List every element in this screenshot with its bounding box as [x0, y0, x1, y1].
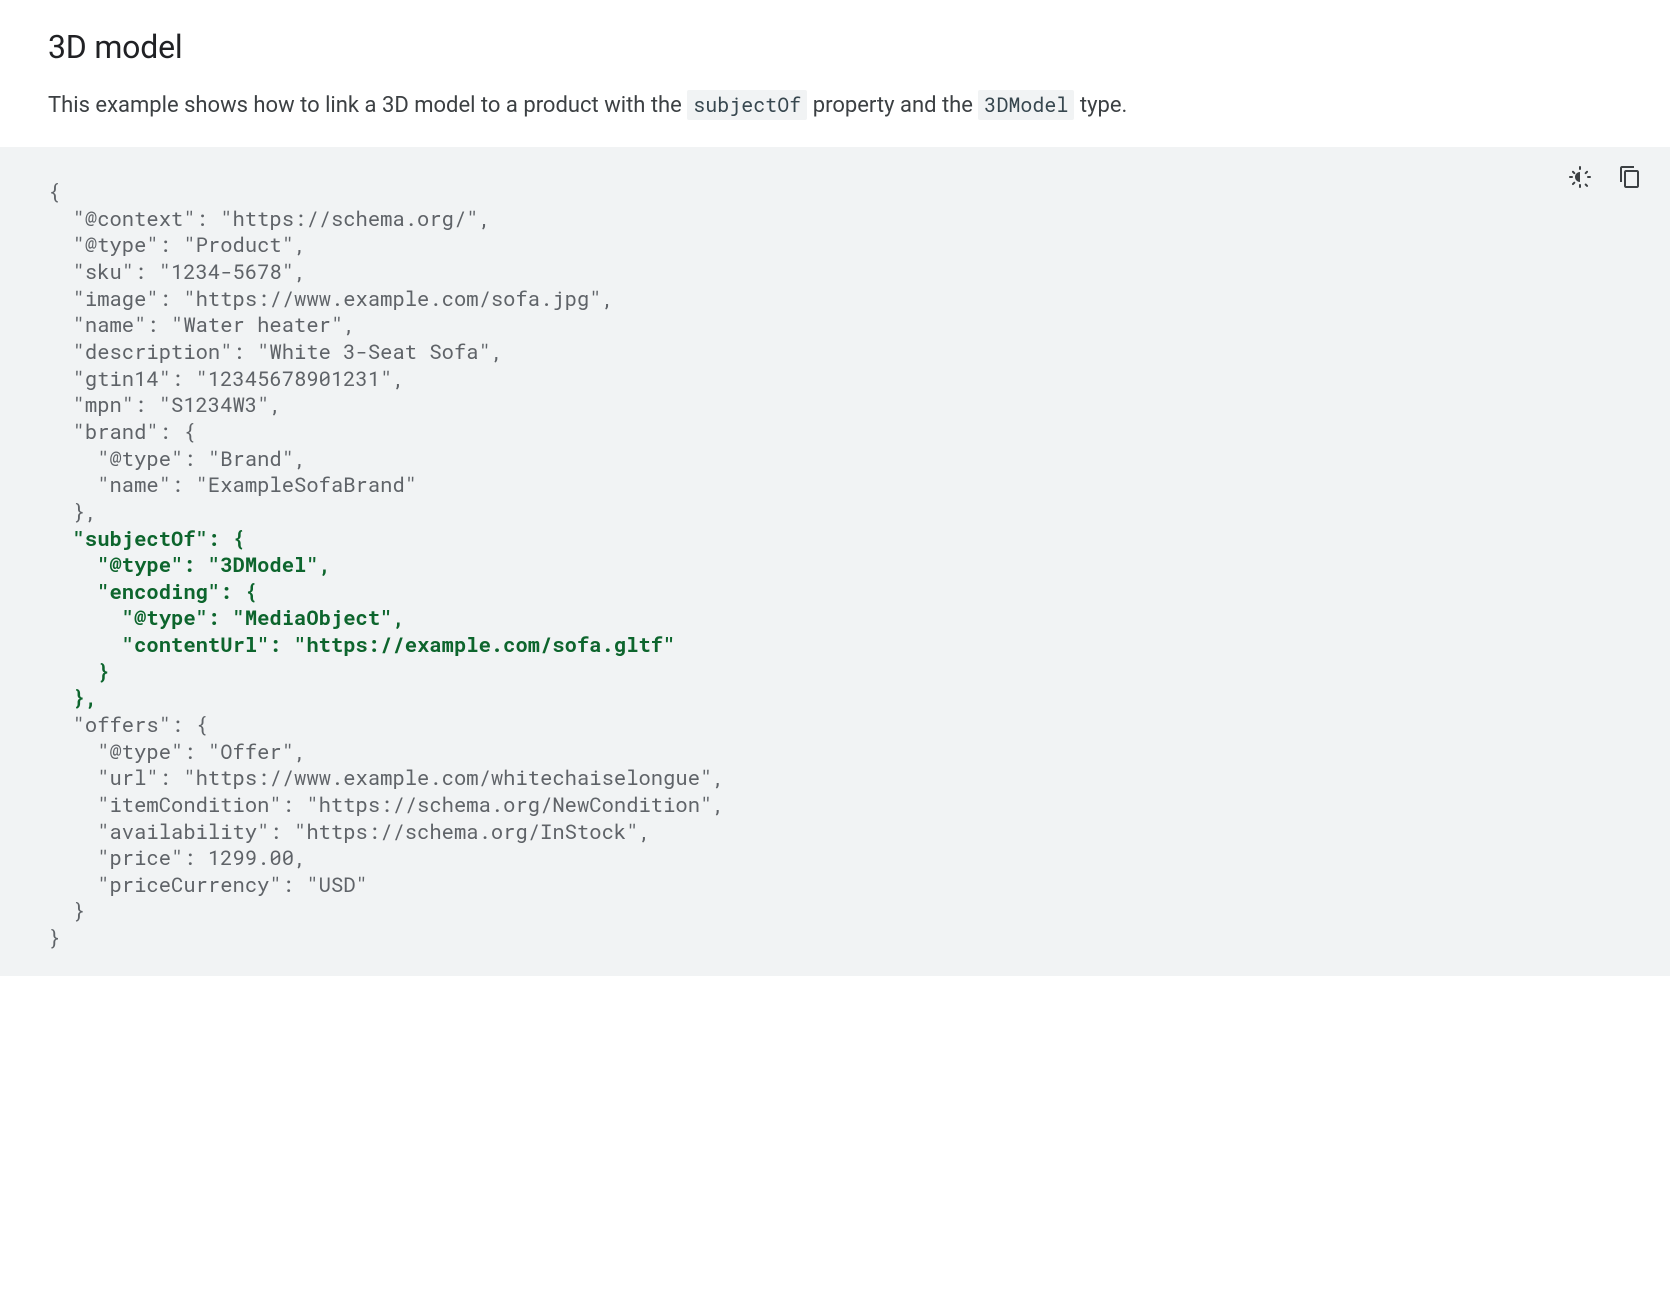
inline-code-3dmodel: 3DModel — [978, 90, 1074, 120]
code-line: "sku": "1234-5678", — [48, 258, 306, 285]
section-heading: 3D model — [48, 28, 1622, 66]
code-line: "description": "White 3-Seat Sofa", — [48, 338, 503, 365]
code-line: "itemCondition": "https://schema.org/New… — [48, 791, 725, 818]
code-line: "price": 1299.00, — [48, 844, 306, 871]
code-line: "subjectOf": { — [48, 525, 245, 552]
intro-paragraph: This example shows how to link a 3D mode… — [48, 88, 1622, 123]
code-line: } — [48, 897, 85, 924]
code-line: "offers": { — [48, 711, 208, 738]
code-line: "name": "Water heater", — [48, 311, 356, 338]
code-line: "@type": "Brand", — [48, 445, 306, 472]
code-line: { — [48, 179, 60, 205]
code-line: "url": "https://www.example.com/whitecha… — [48, 764, 725, 791]
code-line: "@type": "Offer", — [48, 738, 306, 765]
intro-text-mid: property and the — [807, 93, 978, 118]
code-line: "gtin14": "12345678901231", — [48, 365, 405, 392]
code-line: "name": "ExampleSofaBrand" — [48, 471, 417, 498]
code-line: "@type": "3DModel", — [48, 551, 331, 578]
toggle-theme-button[interactable] — [1564, 161, 1596, 193]
code-line: "priceCurrency": "USD" — [48, 871, 368, 898]
code-block: { "@context": "https://schema.org/", "@t… — [0, 147, 1670, 976]
brightness-icon — [1568, 165, 1592, 189]
code-line: "encoding": { — [48, 578, 257, 605]
code-line: "availability": "https://schema.org/InSt… — [48, 818, 651, 845]
code-line: "@type": "Product", — [48, 231, 306, 258]
inline-code-subjectof: subjectOf — [687, 90, 807, 120]
copy-code-button[interactable] — [1614, 161, 1646, 193]
code-line: } — [48, 924, 60, 951]
code-content: { "@context": "https://schema.org/", "@t… — [48, 179, 1646, 952]
code-line: "mpn": "S1234W3", — [48, 391, 282, 418]
code-toolbar — [1564, 161, 1646, 193]
code-line: "image": "https://www.example.com/sofa.j… — [48, 285, 614, 312]
code-line: "contentUrl": "https://example.com/sofa.… — [48, 631, 675, 658]
intro-text-post: type. — [1074, 93, 1127, 118]
code-line: "brand": { — [48, 418, 196, 445]
code-line: "@type": "MediaObject", — [48, 604, 405, 631]
code-line: }, — [48, 684, 97, 711]
code-line: }, — [48, 498, 97, 525]
intro-text-pre: This example shows how to link a 3D mode… — [48, 93, 687, 118]
code-line: "@context": "https://schema.org/", — [48, 205, 491, 232]
code-line: } — [48, 658, 110, 685]
copy-icon — [1618, 165, 1642, 189]
